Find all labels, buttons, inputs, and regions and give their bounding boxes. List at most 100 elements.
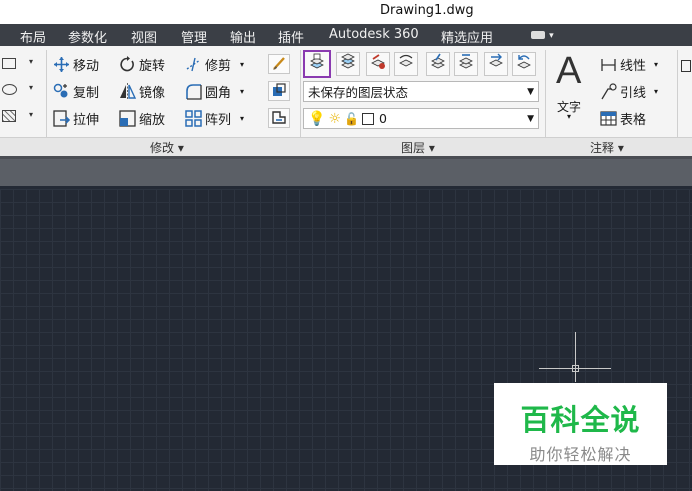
layer-previous-icon xyxy=(515,53,533,75)
ribbon-options-button[interactable]: ▾ xyxy=(531,27,554,42)
panel-toggle-icon xyxy=(531,30,545,39)
leader-label: 引线 xyxy=(620,85,647,101)
offset-button[interactable] xyxy=(268,108,290,128)
erase-button[interactable] xyxy=(268,54,290,74)
trim-button[interactable]: 修剪 ▾ xyxy=(185,54,244,74)
lightbulb-icon: 💡 xyxy=(308,110,326,127)
crosshair-pickbox xyxy=(572,365,579,372)
layer-properties-button[interactable] xyxy=(303,50,331,78)
fillet-button[interactable]: 圆角 ▾ xyxy=(185,81,244,101)
stretch-label: 拉伸 xyxy=(73,112,100,128)
rotate-label: 旋转 xyxy=(139,58,166,74)
layer-freeze-button[interactable] xyxy=(426,52,450,76)
mirror-icon xyxy=(119,82,137,100)
linear-label: 线性 xyxy=(620,58,647,74)
chevron-down-icon: ▾ xyxy=(654,86,659,96)
table-label: 表格 xyxy=(620,112,647,128)
ellipse-tool-button[interactable]: ▾ xyxy=(2,79,38,99)
copy-button[interactable]: 复制 xyxy=(53,81,99,101)
tab-plugins[interactable]: 插件 xyxy=(278,27,304,46)
table-icon xyxy=(600,110,617,127)
trim-label: 修剪 xyxy=(205,58,232,74)
tab-featured-apps[interactable]: 精选应用 xyxy=(441,27,493,46)
chevron-down-icon: ▾ xyxy=(549,31,554,41)
chevron-down-icon: ▾ xyxy=(567,112,572,121)
edit-block-button[interactable] xyxy=(681,60,692,110)
chevron-down-icon: ▾ xyxy=(29,110,34,119)
offset-icon xyxy=(271,109,287,128)
chevron-down-icon: ▾ xyxy=(29,57,34,66)
linear-dimension-icon xyxy=(600,56,617,73)
chevron-down-icon: ▼ xyxy=(527,87,534,97)
chevron-down-icon[interactable]: ▾ xyxy=(240,114,244,123)
sun-icon: ☼ xyxy=(328,110,341,127)
watermark-main-text: 百科全说 xyxy=(520,403,641,437)
ribbon-tab-bar: 布局 参数化 视图 管理 输出 插件 Autodesk 360 精选应用 ▾ xyxy=(0,24,692,46)
modify-panel-title[interactable]: 修改 ▾ xyxy=(150,139,184,156)
table-button[interactable]: 表格 xyxy=(600,108,646,128)
hatch-icon xyxy=(2,110,16,122)
move-icon xyxy=(53,56,70,73)
make-current-layer-button[interactable] xyxy=(336,52,360,76)
text-button[interactable]: A 文字 ▾ xyxy=(552,50,592,121)
linear-dimension-button[interactable]: 线性 ▾ xyxy=(600,54,658,74)
layer-unisolate-icon xyxy=(397,53,415,75)
layer-isolate-button[interactable] xyxy=(366,52,390,76)
watermark: 百科全说 助你轻松解决 xyxy=(494,383,667,465)
tab-parametric[interactable]: 参数化 xyxy=(68,27,107,46)
layer-match-icon xyxy=(487,53,505,75)
layer-match-button[interactable] xyxy=(484,52,508,76)
file-tab-strip xyxy=(0,156,692,186)
scale-icon xyxy=(119,109,136,127)
move-label: 移动 xyxy=(73,58,100,74)
trim-icon xyxy=(185,56,202,73)
tab-layout[interactable]: 布局 xyxy=(20,27,46,46)
layers-stack-icon xyxy=(339,53,357,75)
rectangle-tool-button[interactable]: ▾ xyxy=(2,53,38,73)
tab-output[interactable]: 输出 xyxy=(230,27,256,46)
color-swatch xyxy=(361,112,374,125)
scale-button[interactable]: 缩放 xyxy=(119,108,165,128)
layer-dropdown[interactable]: 💡 ☼ 🔓 0 ▼ xyxy=(303,108,539,129)
leader-button[interactable]: 引线 ▾ xyxy=(600,81,658,101)
move-button[interactable]: 移动 xyxy=(53,54,99,74)
brush-icon xyxy=(271,55,287,74)
layer-isolate-icon xyxy=(369,53,387,75)
block-icon xyxy=(681,60,691,72)
layers-panel-title[interactable]: 图层 ▾ xyxy=(401,139,435,156)
crosshair-vertical xyxy=(575,332,576,382)
tab-manage[interactable]: 管理 xyxy=(181,27,207,46)
layer-off-button[interactable] xyxy=(454,52,478,76)
watermark-sub-text: 助你轻松解决 xyxy=(529,445,632,464)
layer-properties-icon xyxy=(308,53,326,75)
tab-autodesk-360[interactable]: Autodesk 360 xyxy=(329,27,419,42)
text-large-a-icon: A xyxy=(556,50,582,92)
chevron-down-icon: ▾ xyxy=(654,59,659,69)
stretch-icon xyxy=(53,109,71,127)
mirror-button[interactable]: 镜像 xyxy=(119,81,165,101)
tab-view[interactable]: 视图 xyxy=(131,27,157,46)
rotate-button[interactable]: 旋转 xyxy=(119,54,165,74)
explode-button[interactable] xyxy=(268,81,290,101)
fillet-icon xyxy=(185,83,202,100)
explode-icon xyxy=(271,82,287,101)
lock-icon: 🔓 xyxy=(344,111,359,126)
layer-previous-button[interactable] xyxy=(512,52,536,76)
annotation-panel-title[interactable]: 注释 ▾ xyxy=(590,139,624,156)
mirror-label: 镜像 xyxy=(139,85,166,101)
chevron-down-icon[interactable]: ▾ xyxy=(240,60,244,69)
chevron-down-icon[interactable]: ▾ xyxy=(240,87,244,96)
stretch-button[interactable]: 拉伸 xyxy=(53,108,99,128)
current-layer-name: 0 xyxy=(378,111,387,126)
array-label: 阵列 xyxy=(205,112,232,128)
layer-state-dropdown[interactable]: 未保存的图层状态 ▼ xyxy=(303,81,539,102)
leader-icon xyxy=(600,82,617,100)
rectangle-icon xyxy=(2,57,16,69)
layer-off-icon xyxy=(457,53,475,75)
array-icon xyxy=(185,109,202,127)
chevron-down-icon: ▼ xyxy=(527,114,534,124)
hatch-tool-button[interactable]: ▾ xyxy=(2,106,38,126)
layer-unisolate-button[interactable] xyxy=(394,52,418,76)
array-button[interactable]: 阵列 ▾ xyxy=(185,108,244,128)
copy-icon xyxy=(53,83,70,100)
